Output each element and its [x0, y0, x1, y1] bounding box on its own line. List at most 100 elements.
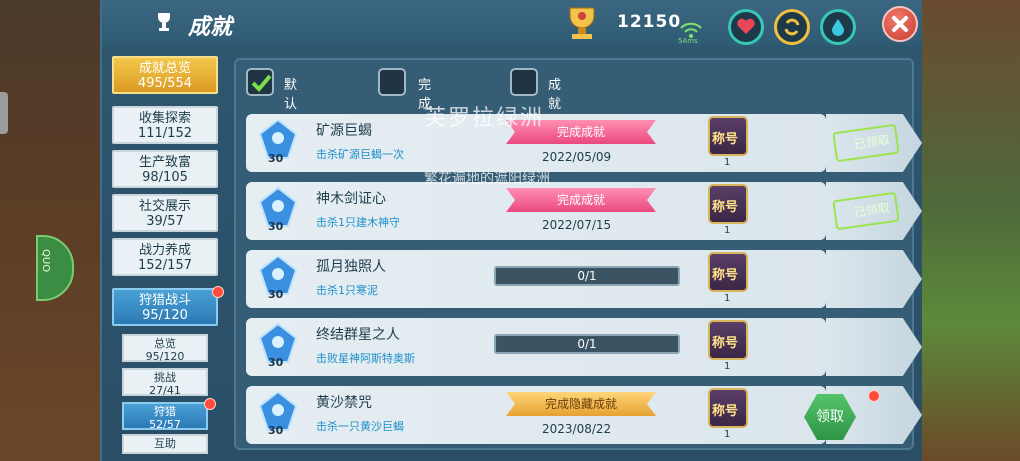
game-background-right — [910, 0, 1020, 461]
achievement-row[interactable]: 30 终结群星之人 击败星神阿斯特奥斯 0/1 称号 1 — [246, 318, 922, 376]
completed-ribbon: 完成成就 — [506, 188, 656, 212]
title-reward-icon[interactable]: 称号 — [708, 116, 748, 156]
title-reward-icon[interactable]: 称号 — [708, 320, 748, 360]
nav-power[interactable]: 战力养成 152/157 — [112, 238, 218, 276]
sort-points-checkbox[interactable] — [510, 68, 538, 96]
title-reward-count: 1 — [724, 293, 731, 304]
subnav-overview[interactable]: 总览 95/120 — [122, 334, 208, 363]
game-background-left — [0, 0, 100, 461]
nav-count: 495/554 — [137, 76, 192, 91]
nav-hunting[interactable]: 狩猎战斗 95/120 — [112, 288, 218, 326]
nav-label: 收集探索 — [138, 111, 191, 126]
achievement-desc: 击杀1只寒泥 — [316, 284, 378, 297]
completion-date: 2023/08/22 — [542, 422, 612, 436]
achievement-row[interactable]: 30 黄沙禁咒 击杀一只黄沙巨蝎 完成隐藏成就 2023/08/22 称号 1 — [246, 386, 922, 444]
nav-count: 98/105 — [142, 170, 188, 185]
notification-dot — [204, 398, 216, 410]
nav-count: 95/120 — [142, 308, 188, 323]
refresh-icon — [784, 18, 800, 36]
water-button[interactable] — [820, 9, 856, 45]
nav-count: 39/57 — [146, 214, 184, 229]
achievement-list-panel: 默认排序 完成度排序 成就点排序 30 矿源巨蝎 击杀矿源巨蝎一次 完成成就 2… — [234, 58, 922, 450]
title-reward-count: 1 — [724, 157, 731, 168]
title-reward-count: 1 — [724, 429, 731, 440]
achievement-points: 30 — [268, 356, 284, 369]
page-title: 成就 — [188, 15, 233, 40]
progress-bar: 0/1 — [494, 334, 680, 354]
watermark-title: 芙罗拉绿洲 — [424, 106, 545, 131]
achievement-points: 30 — [268, 424, 284, 437]
sort-completion-checkbox[interactable] — [378, 68, 406, 96]
achievement-name: 黄沙禁咒 — [316, 395, 372, 411]
title-reward-label: 称号 — [712, 200, 739, 215]
title-reward-icon[interactable]: 称号 — [708, 388, 748, 428]
achievement-points: 30 — [268, 152, 284, 165]
achievement-score: 12150 — [617, 12, 682, 32]
subnav-count: 52/57 — [149, 418, 181, 431]
achievement-points: 30 — [268, 220, 284, 233]
heart-icon — [737, 18, 755, 34]
nav-production[interactable]: 生产致富 98/105 — [112, 150, 218, 188]
achievement-desc: 击杀1只建木神守 — [316, 216, 400, 229]
checkmark-icon — [251, 74, 272, 92]
achievement-name: 神木剑证心 — [316, 191, 386, 207]
panel-header: 成就 12150 5Ams — [102, 0, 922, 46]
achievement-points: 30 — [268, 288, 284, 301]
completion-date: 2022/05/09 — [542, 150, 612, 164]
subnav-assist[interactable]: 互助 — [122, 434, 208, 454]
gold-cup-icon — [569, 7, 595, 39]
achievement-name: 终结群星之人 — [316, 327, 400, 343]
nav-label: 社交展示 — [138, 199, 191, 214]
notification-dot — [212, 286, 224, 298]
subnav-label: 狩猎 — [154, 405, 176, 418]
title-reward-icon[interactable]: 称号 — [708, 252, 748, 292]
subnav-label: 互助 — [154, 437, 176, 450]
nav-label: 战力养成 — [138, 243, 191, 258]
nav-social[interactable]: 社交展示 39/57 — [112, 194, 218, 232]
subnav-challenge[interactable]: 挑战 27/41 — [122, 368, 208, 397]
nav-label: 成就总览 — [138, 61, 191, 76]
nav-overview[interactable]: 成就总览 495/554 — [112, 56, 218, 94]
nav-count: 111/152 — [137, 126, 192, 141]
watermark-subtitle: 繁花遍地的遮阳绿洲 — [424, 171, 550, 187]
subnav-label: 挑战 — [154, 371, 176, 384]
achievement-name: 孤月独照人 — [316, 259, 386, 275]
subnav-count: 27/41 — [149, 384, 181, 397]
row-tail — [826, 318, 922, 376]
achievement-row[interactable]: 30 神木剑证心 击杀1只建木神守 完成成就 2022/07/15 称号 1 已… — [246, 182, 922, 240]
refresh-button[interactable] — [774, 9, 810, 45]
title-reward-label: 称号 — [712, 268, 739, 283]
network-latency-label: 5Ams — [678, 37, 698, 45]
notification-dot — [868, 390, 880, 402]
title-reward-label: 称号 — [712, 404, 739, 419]
nav-label: 生产致富 — [138, 155, 191, 170]
title-reward-icon[interactable]: 称号 — [708, 184, 748, 224]
achievement-desc: 击杀矿源巨蝎一次 — [316, 148, 404, 161]
nav-label: 狩猎战斗 — [138, 293, 191, 308]
close-button[interactable] — [882, 6, 918, 42]
nav-collection[interactable]: 收集探索 111/152 — [112, 106, 218, 144]
title-reward-label: 称号 — [712, 336, 739, 351]
progress-bar: 0/1 — [494, 266, 680, 286]
health-button[interactable] — [728, 9, 764, 45]
achievement-name: 矿源巨蝎 — [316, 123, 372, 139]
achievement-panel: 成就 12150 5Ams 成就总览 495/554 收集探索 111/152 … — [100, 0, 922, 461]
trophy-icon — [158, 13, 170, 31]
title-reward-count: 1 — [724, 225, 731, 236]
row-tail — [826, 250, 922, 308]
subnav-count: 95/120 — [145, 350, 185, 363]
sort-default-checkbox[interactable] — [246, 68, 274, 96]
hidden-completed-ribbon: 完成隐藏成就 — [506, 392, 656, 416]
title-reward-count: 1 — [724, 361, 731, 372]
achievement-desc: 击败星神阿斯特奥斯 — [316, 352, 415, 365]
side-tab-handle[interactable] — [0, 92, 8, 134]
completion-date: 2022/07/15 — [542, 218, 612, 232]
achievement-row[interactable]: 30 孤月独照人 击杀1只寒泥 0/1 称号 1 — [246, 250, 922, 308]
nav-count: 152/157 — [137, 258, 192, 273]
title-reward-label: 称号 — [712, 132, 739, 147]
subnav-hunting[interactable]: 狩猎 52/57 — [122, 402, 208, 431]
water-drop-icon — [832, 19, 844, 36]
close-icon — [892, 16, 908, 32]
side-pill-label: QUO — [40, 249, 51, 273]
subnav-label: 总览 — [154, 337, 176, 350]
